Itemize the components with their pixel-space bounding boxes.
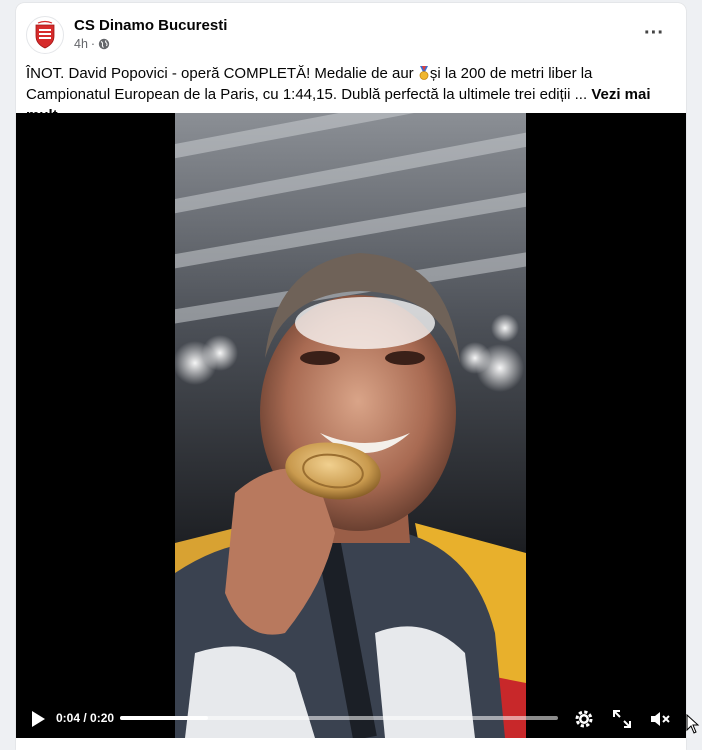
- video-time: 0:04 / 0:20: [56, 711, 115, 725]
- video-frame[interactable]: [175, 113, 526, 738]
- meta-separator: ·: [90, 37, 96, 51]
- video-controls: 0:04 / 0:20: [16, 701, 686, 737]
- post-text-part1: ÎNOT. David Popovici - operă COMPLETĂ! M…: [26, 65, 418, 82]
- muted-speaker-icon[interactable]: [648, 707, 672, 731]
- post-time[interactable]: 4h: [74, 37, 88, 51]
- post-header: CS Dinamo Bucuresti 4h · ···: [16, 3, 686, 59]
- post-meta: 4h ·: [74, 37, 110, 51]
- dinamo-logo-icon: [28, 18, 62, 52]
- more-options-button[interactable]: ···: [640, 19, 668, 47]
- play-icon[interactable]: [28, 709, 48, 729]
- author-name[interactable]: CS Dinamo Bucuresti: [74, 17, 227, 34]
- medal-emoji-icon: [418, 65, 430, 80]
- settings-gear-icon[interactable]: [572, 707, 596, 731]
- fullscreen-icon[interactable]: [610, 707, 634, 731]
- mouse-cursor-icon: [686, 714, 700, 734]
- video-progress-fill: [120, 716, 208, 720]
- video-player[interactable]: 0:04 / 0:20: [16, 113, 686, 738]
- post-card: CS Dinamo Bucuresti 4h · ··· ÎNOT. David…: [16, 3, 686, 750]
- avatar[interactable]: [26, 16, 64, 54]
- globe-icon[interactable]: [98, 38, 110, 50]
- video-still-image: [175, 113, 526, 738]
- post-actions-strip: [16, 740, 686, 750]
- video-progress-bar[interactable]: [120, 716, 558, 720]
